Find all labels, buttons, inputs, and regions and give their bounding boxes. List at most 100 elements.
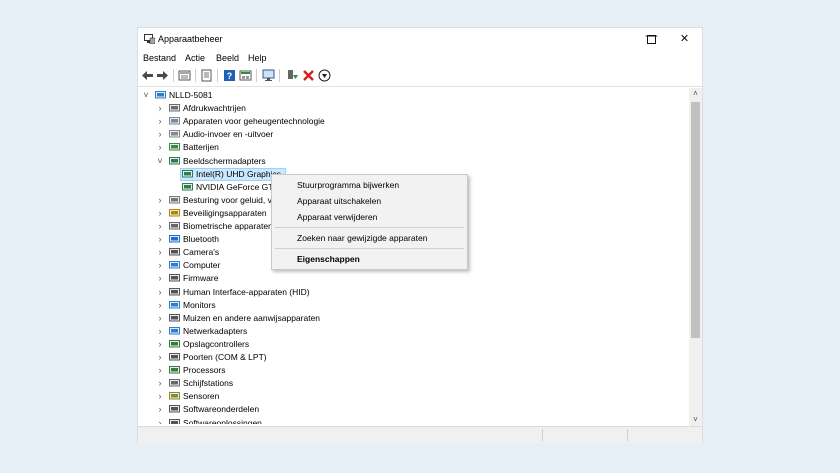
tree-item-label: Poorten (COM & LPT) <box>183 352 267 362</box>
chevron-right-icon[interactable]: › <box>156 194 164 207</box>
tree-item-label: Monitors <box>183 299 216 310</box>
display-adapter-icon <box>169 156 180 166</box>
tree-item[interactable]: › Apparaten voor geheugentechnologie <box>138 115 678 128</box>
tree-item[interactable]: › Netwerkadapters <box>138 325 678 338</box>
scroll-down-button[interactable]: ˅ <box>689 414 702 426</box>
chevron-right-icon[interactable]: › <box>156 102 164 115</box>
tree-item[interactable]: › Audio-invoer en -uitvoer <box>138 128 678 141</box>
menu-actie[interactable]: Actie <box>185 53 205 63</box>
tree-item-label: Audio-invoer en -uitvoer <box>183 129 274 140</box>
tree-item-label: Schijfstations <box>183 378 234 389</box>
tree-item-label: Netwerkadapters <box>183 325 248 336</box>
chevron-right-icon[interactable]: › <box>156 403 164 416</box>
tree-item[interactable]: › Muizen en andere aanwijsapparaten <box>138 312 678 325</box>
chevron-right-icon[interactable]: › <box>156 115 164 128</box>
properties-view-icon[interactable] <box>178 69 191 82</box>
download-icon[interactable] <box>318 69 331 82</box>
chevron-right-icon[interactable]: › <box>156 246 164 259</box>
menu-help[interactable]: Help <box>248 53 267 63</box>
computer-icon <box>169 261 180 270</box>
forward-icon[interactable] <box>156 69 169 82</box>
tree-item[interactable]: › Batterijen <box>138 141 678 154</box>
maximize-button[interactable] <box>635 28 668 50</box>
chevron-right-icon[interactable]: › <box>156 338 164 351</box>
biometric-icon <box>169 222 180 231</box>
tree-item[interactable]: › Afdrukwachtrijen <box>138 102 678 115</box>
update-driver-icon[interactable] <box>286 69 299 82</box>
tree-item-label: Sensoren <box>183 391 220 402</box>
vertical-scrollbar[interactable]: ˄ ˅ <box>689 88 702 426</box>
tree-item-label: Biometrische apparaten <box>183 221 273 231</box>
scroll-thumb[interactable] <box>691 102 700 338</box>
chevron-right-icon[interactable]: › <box>156 325 164 338</box>
tree-item[interactable]: › Monitors <box>138 299 678 312</box>
toolbar-separator <box>279 69 280 82</box>
chevron-right-icon[interactable]: › <box>156 364 164 377</box>
mouse-icon <box>169 313 180 323</box>
bluetooth-icon <box>169 235 180 244</box>
ctx-disable-device[interactable]: Apparaat uitschakelen <box>297 196 381 206</box>
toolbar-separator <box>195 69 196 82</box>
tree-item-label: Computer <box>183 260 221 271</box>
tree-item-label: Firmware <box>183 273 219 284</box>
menu-bestand[interactable]: Bestand <box>143 53 176 63</box>
memory-device-icon <box>169 117 180 126</box>
ctx-scan-hardware-changes[interactable]: Zoeken naar gewijzigde apparaten <box>297 233 427 243</box>
tree-item[interactable]: › Human Interface-apparaten (HID) <box>138 286 678 299</box>
chevron-right-icon[interactable]: › <box>156 312 164 325</box>
tree-item-label: Muizen en andere aanwijsapparaten <box>183 312 321 323</box>
chevron-right-icon[interactable]: › <box>156 299 164 312</box>
tree-item[interactable]: › Poorten (COM & LPT) <box>138 351 678 364</box>
tree-item[interactable]: › Sensoren <box>138 390 678 403</box>
ctx-uninstall-device[interactable]: Apparaat verwijderen <box>297 212 377 222</box>
back-icon[interactable] <box>141 69 154 82</box>
tree-root-computer[interactable]: ˅ NLLD-5081 <box>138 89 678 102</box>
scroll-up-button[interactable]: ˄ <box>689 88 702 100</box>
ctx-update-driver[interactable]: Stuurprogramma bijwerken <box>297 180 399 190</box>
software-solution-icon <box>169 418 180 424</box>
tree-item-label: Beeldschermadapters <box>183 155 266 166</box>
chevron-right-icon[interactable]: › <box>156 351 164 364</box>
chevron-right-icon[interactable]: › <box>156 377 164 390</box>
tree-item-label: Apparaten voor geheugentechnologie <box>183 116 325 127</box>
tree-item[interactable]: › Firmware <box>138 272 678 285</box>
ctx-properties[interactable]: Eigenschappen <box>297 254 360 264</box>
chevron-right-icon[interactable]: › <box>156 286 164 299</box>
tree-item-label: Human Interface-apparaten (HID) <box>183 286 310 297</box>
monitor-scan-icon[interactable] <box>262 69 275 82</box>
tree-item[interactable]: › Opslagcontrollers <box>138 338 678 351</box>
sound-controller-icon <box>169 195 180 205</box>
chevron-right-icon[interactable]: › <box>156 259 164 272</box>
network-adapter-icon <box>169 326 180 336</box>
status-bar <box>138 426 702 443</box>
tree-item[interactable]: › Softwareonderdelen <box>138 403 678 416</box>
chevron-right-icon[interactable]: › <box>156 128 164 141</box>
chevron-down-icon[interactable]: ˅ <box>156 155 164 168</box>
title-bar: Apparaatbeheer — ✕ <box>138 28 702 50</box>
chevron-right-icon[interactable]: › <box>156 272 164 285</box>
tree-item[interactable]: ˅ Beeldschermadapters <box>138 155 678 168</box>
close-button[interactable]: ✕ <box>668 28 701 50</box>
properties-icon[interactable] <box>200 69 213 82</box>
details-view-icon[interactable] <box>239 69 252 82</box>
firmware-icon <box>169 274 180 283</box>
tree-item[interactable]: › Schijfstations <box>138 377 678 390</box>
help-icon[interactable]: ? <box>223 69 236 82</box>
speaker-icon <box>169 130 180 139</box>
toolbar-separator <box>217 69 218 82</box>
tree-item-label: Processors <box>183 365 226 376</box>
uninstall-icon[interactable] <box>302 69 315 82</box>
tree-item[interactable]: › Softwareoplossingen <box>138 417 678 425</box>
chevron-right-icon[interactable]: › <box>156 220 164 233</box>
chevron-right-icon[interactable]: › <box>156 233 164 246</box>
chevron-right-icon[interactable]: › <box>156 207 164 220</box>
tree-item-label: Intel(R) UHD Graphics <box>196 168 282 179</box>
tree-item-label: NLLD-5081 <box>169 90 213 100</box>
chevron-right-icon[interactable]: › <box>156 417 164 425</box>
tree-item[interactable]: › Processors <box>138 364 678 377</box>
chevron-right-icon[interactable]: › <box>156 141 164 154</box>
chevron-right-icon[interactable]: › <box>156 390 164 403</box>
chevron-down-icon[interactable]: ˅ <box>142 89 150 102</box>
menu-beeld[interactable]: Beeld <box>216 53 239 63</box>
computer-icon <box>155 91 166 100</box>
